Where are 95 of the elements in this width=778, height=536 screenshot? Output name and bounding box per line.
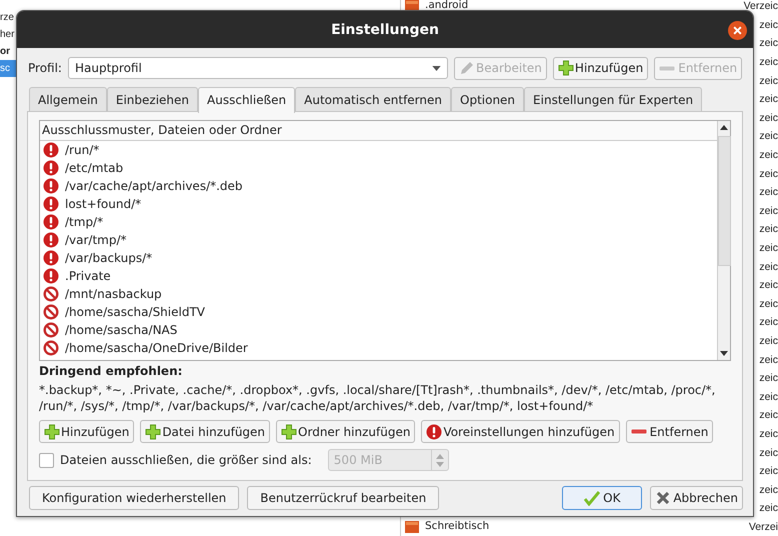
file-type: zeic [759, 92, 778, 108]
no-entry-icon [43, 340, 59, 356]
footer-button[interactable]: Benutzerrückruf bearbeiten [247, 486, 440, 510]
down-arrow-icon[interactable] [720, 351, 728, 356]
file-type: zeic [759, 204, 778, 219]
exclude-pattern[interactable]: /home/sascha/NAS [65, 323, 178, 337]
file-type: zeic [759, 148, 778, 164]
caret-icon [432, 66, 441, 70]
exclude-pattern[interactable]: /tmp/* [65, 215, 104, 229]
file-type: zeic [759, 36, 778, 52]
plus-icon [44, 424, 60, 440]
column-header: Ausschlussmuster, Dateien oder Ordner [40, 121, 717, 141]
file-type: zeic [759, 222, 778, 238]
file-type: zeic [759, 74, 778, 89]
warning-icon [43, 142, 59, 158]
file-name: .android [425, 0, 468, 10]
file-type: zeic [759, 129, 778, 144]
file-type: zeic [759, 371, 778, 386]
exclude-pattern[interactable]: .Private [65, 269, 111, 283]
file-type: zeic [759, 464, 778, 480]
cancel-button[interactable]: Abbrechen [650, 486, 743, 510]
action-button[interactable]: Datei hinzufügen [140, 420, 270, 443]
file-type: zeic [759, 185, 778, 200]
file-type: zeic [759, 260, 778, 275]
file-type: zeic [759, 296, 778, 312]
minus-icon [630, 429, 647, 434]
profile-label: Profil: [28, 61, 62, 75]
plus-icon [281, 424, 298, 440]
footer-button[interactable]: Konfiguration wiederherstellen [29, 486, 240, 510]
folder-icon [405, 520, 419, 534]
minus-icon [659, 66, 676, 70]
action-button[interactable]: Ordner hinzufügen [276, 420, 416, 443]
scrollbar[interactable] [717, 121, 730, 360]
exclude-pattern[interactable]: /mnt/nasbackup [65, 287, 162, 301]
no-entry-icon [43, 286, 59, 302]
warning-icon [43, 160, 59, 176]
checkbox[interactable] [39, 452, 54, 468]
no-entry-icon [43, 304, 59, 320]
tab[interactable]: Optionen [451, 87, 524, 111]
action-button[interactable]: Hinzufügen [39, 420, 134, 443]
exclude-pattern[interactable]: /var/backups/* [65, 251, 152, 265]
profile-dropdown[interactable]: Hauptprofil [68, 57, 448, 79]
warning-icon [43, 178, 59, 194]
close-icon[interactable] [728, 21, 747, 40]
warning-icon [43, 232, 59, 248]
file-name: Schreibtisch [425, 520, 490, 531]
exclude-pattern[interactable]: /home/sascha/ShieldTV [65, 305, 205, 319]
tab[interactable]: Ausschließen [198, 87, 296, 113]
warning-icon [43, 214, 59, 230]
file-type: zeic [759, 501, 778, 516]
exclude-pattern[interactable]: /home/sascha/OneDrive/Bilder [65, 341, 248, 355]
cross-icon [655, 490, 672, 506]
checkmark-icon [584, 490, 600, 506]
file-type: zeic [759, 352, 778, 368]
section-heading: Dringend empfohlen: [39, 364, 184, 378]
exclude-pattern[interactable]: /var/tmp/* [65, 233, 127, 247]
exclude-pattern[interactable]: /etc/mtab [65, 161, 124, 175]
file-type: zeic [759, 166, 778, 182]
tab[interactable]: Automatisch entfernen [295, 87, 451, 111]
warning-icon [43, 268, 59, 284]
up-arrow-icon[interactable] [720, 125, 728, 130]
no-entry-icon [43, 322, 59, 338]
file-type: zeic [759, 55, 778, 70]
pencil-icon [458, 60, 475, 76]
recommended-patterns: *.backup*, *~, .Private, .cache/*, .dropbox*, .gvfs, .local/share/[Tt]rash*, .thumbnails*, /dev/*, /etc/mtab, /proc/*, /run/*, /sys/*, /tmp/*, /var/backups/*, /var/cache/apt/archives/*.deb, /var/tmp/*, lost+found/* [39, 382, 716, 414]
file-type: zeic [759, 334, 778, 349]
tab[interactable]: Einbeziehen [106, 87, 198, 111]
warning-icon [43, 250, 59, 266]
file-type: zeic [759, 408, 778, 424]
exclude-pattern[interactable]: lost+found/* [65, 197, 142, 211]
warning-icon [43, 196, 59, 212]
exclude-pattern[interactable]: /var/cache/apt/archives/*.deb [65, 179, 243, 193]
profile-button[interactable]: Hinzufügen [552, 56, 648, 80]
window-title: Einstellungen [331, 22, 439, 38]
file-type: zeic [759, 426, 778, 442]
file-type: Verzei [748, 520, 778, 535]
tab[interactable]: Allgemein [29, 87, 107, 111]
checkbox-label: Dateien ausschließen, die größer sind als: [60, 453, 312, 467]
action-button[interactable]: Voreinstellungen hinzufügen [421, 420, 620, 443]
plus-icon [145, 424, 162, 440]
file-type: zeic [759, 390, 778, 405]
file-type: zeic [759, 110, 778, 126]
action-button[interactable]: Entfernen [626, 420, 714, 443]
warning-icon [426, 424, 442, 440]
file-type: zeic [759, 18, 778, 33]
file-type: zeic [759, 278, 778, 294]
tab[interactable]: Einstellungen für Experten [524, 87, 702, 111]
exclude-pattern[interactable]: /run/* [65, 143, 100, 157]
file-type: zeic [759, 241, 778, 256]
file-type: zeic [759, 446, 778, 461]
file-type: Verzeic [744, 0, 778, 14]
ok-button[interactable]: OK [562, 486, 642, 510]
file-type: zeic [759, 315, 778, 330]
file-type: zeic [759, 482, 778, 498]
plus-icon [558, 60, 574, 76]
